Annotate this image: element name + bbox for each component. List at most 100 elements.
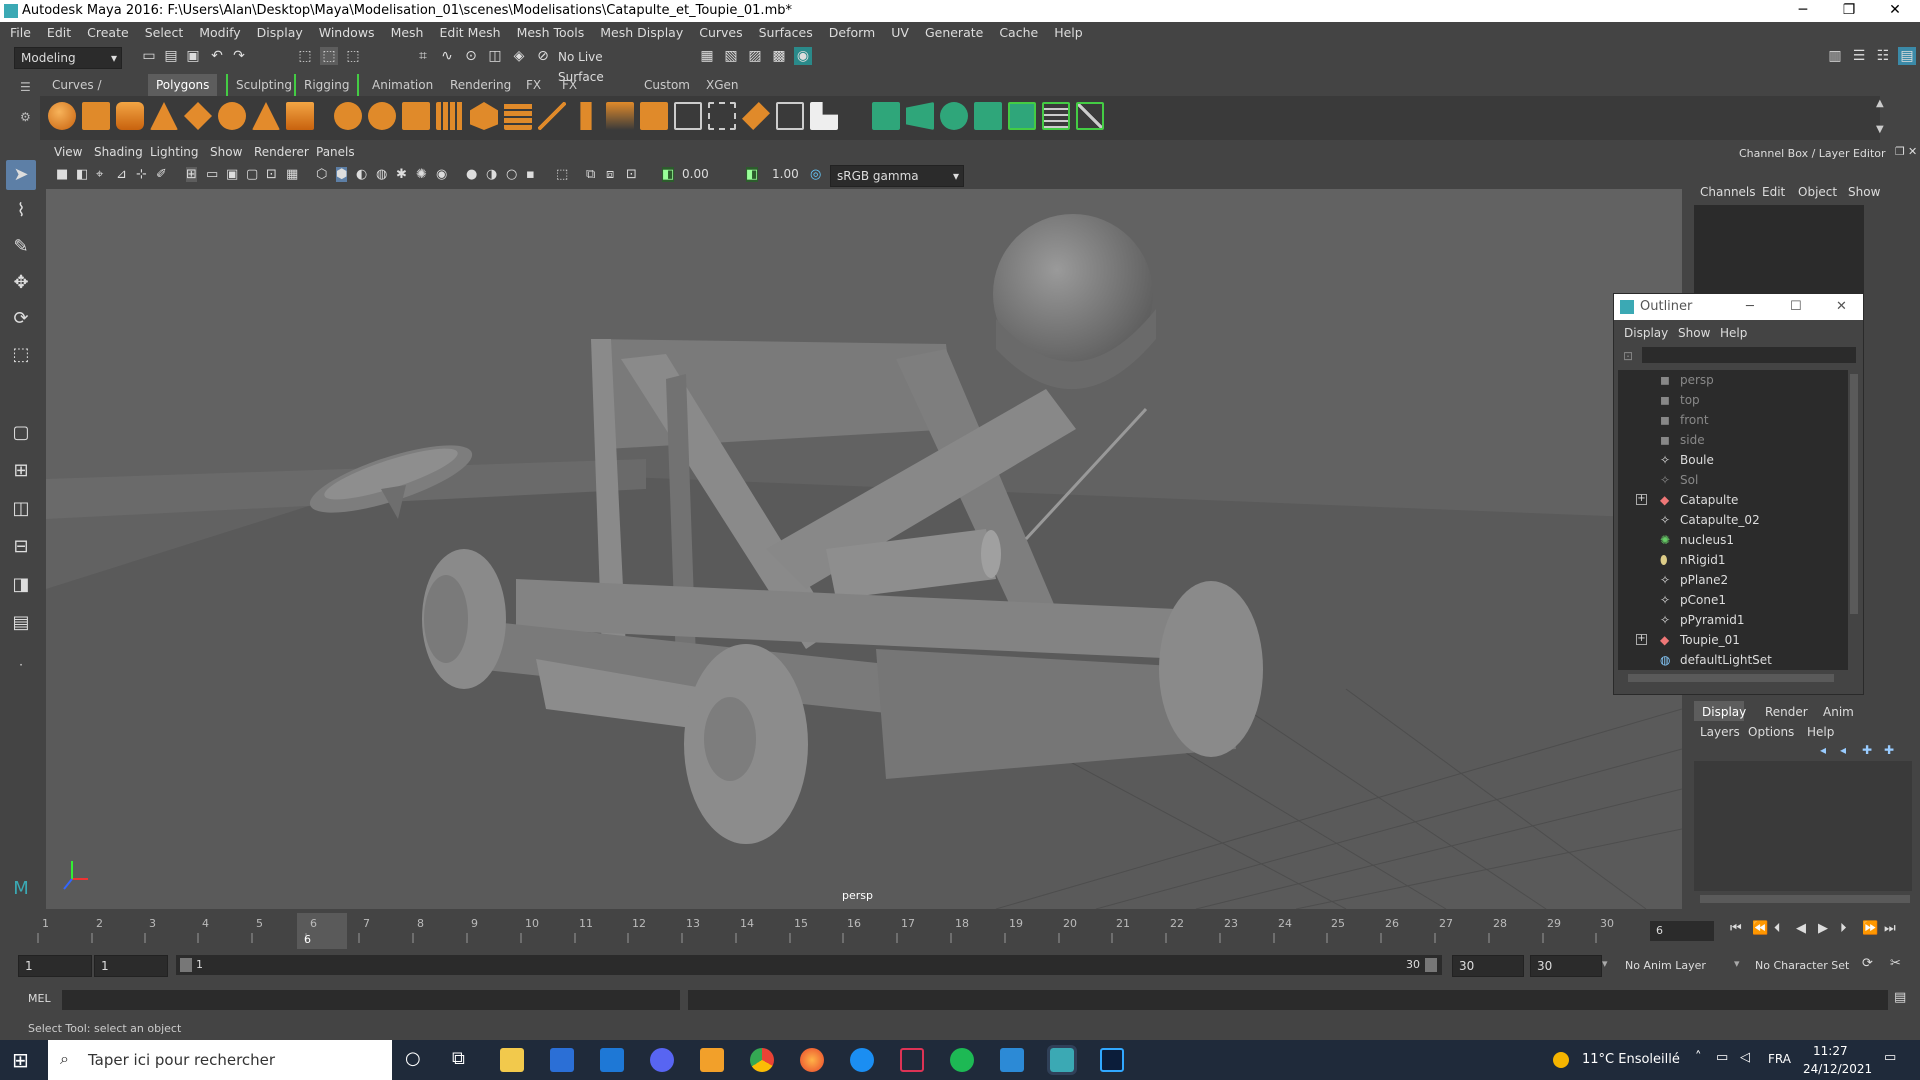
textured-icon[interactable]: ✺ (416, 167, 427, 182)
resolution-gate-icon[interactable]: ▣ (226, 167, 238, 182)
outliner-item-catapulte[interactable]: + ◆ Catapulte (1618, 490, 1848, 510)
auto-key-icon[interactable]: ⟳ (1862, 956, 1873, 971)
channel-box-float-icon[interactable]: ❐ (1895, 145, 1905, 158)
move-tool-icon[interactable]: ✥ (6, 268, 36, 298)
app-blue-icon[interactable] (850, 1048, 874, 1072)
save-scene-icon[interactable]: ▣ (184, 47, 202, 65)
select-object-icon[interactable]: ⬚ (320, 47, 338, 65)
select-component-icon[interactable]: ⬚ (344, 47, 362, 65)
animation-preferences-icon[interactable]: ✂ (1890, 956, 1901, 971)
single-pane-layout-icon[interactable]: ▢ (6, 418, 36, 448)
outliner-item-sol[interactable]: ✧ Sol (1618, 470, 1848, 490)
windows-start-icon[interactable]: ⊞ (12, 1048, 29, 1072)
redo-icon[interactable]: ↷ (230, 47, 248, 65)
language-indicator[interactable]: FRA (1768, 1052, 1791, 1066)
outliner-item-defaultlightset[interactable]: ◍ defaultLightSet (1618, 650, 1848, 670)
shelf-menu-icon[interactable]: ☰ (20, 80, 34, 94)
uv-cylindrical-icon[interactable] (906, 102, 934, 130)
image-plane-icon[interactable]: ⊿ (116, 167, 127, 182)
outliner-item-persp[interactable]: ◼ persp (1618, 370, 1848, 390)
menu-edit[interactable]: Edit (39, 22, 79, 44)
two-pane-stacked-layout-icon[interactable]: ⊟ (6, 532, 36, 562)
uv-automatic-icon[interactable] (974, 102, 1002, 130)
extrude-icon[interactable] (504, 102, 532, 130)
tab-polygons[interactable]: Polygons (148, 74, 218, 96)
tab-animation[interactable]: Animation (364, 74, 441, 96)
uv-spherical-icon[interactable] (940, 102, 968, 130)
outliner-item-ppyramid1[interactable]: ✧ pPyramid1 (1618, 610, 1848, 630)
network-icon[interactable]: ▭ (1716, 1050, 1728, 1065)
playback-start-field[interactable]: 1 (94, 955, 168, 977)
play-forward-icon[interactable]: ▶ (1818, 921, 1828, 936)
poly-plane-icon[interactable] (184, 102, 212, 130)
multi-cut-icon[interactable] (538, 102, 566, 130)
channel-box-menu-object[interactable]: Object (1798, 185, 1837, 199)
merge-icon[interactable] (776, 102, 804, 130)
menu-windows[interactable]: Windows (311, 22, 383, 44)
grid-toggle-icon[interactable]: ⊞ (186, 167, 197, 182)
tab-fx-caching[interactable]: FX Caching (554, 74, 619, 114)
chevron-down-icon[interactable]: ▾ (1734, 957, 1740, 970)
minimize-button[interactable]: ─ (1780, 0, 1826, 22)
taskbar-search-box[interactable]: ⌕ Taper ici pour rechercher (48, 1040, 392, 1080)
go-to-start-icon[interactable]: ⏮ (1730, 921, 1742, 936)
cortana-icon[interactable]: ○ (405, 1048, 421, 1069)
poly-sphere-icon[interactable] (48, 102, 76, 130)
render-view-icon[interactable]: ▦ (698, 47, 716, 65)
animation-end-field[interactable]: 30 (1530, 955, 1602, 977)
scale-tool-icon[interactable]: ⬚ (6, 340, 36, 370)
combine-icon[interactable] (334, 102, 362, 130)
attribute-editor-icon[interactable]: ☰ (1850, 47, 1868, 65)
menu-surfaces[interactable]: Surfaces (751, 22, 821, 44)
layer-list-area[interactable] (1694, 761, 1912, 891)
xray-active-icon[interactable]: ⧈ (606, 167, 614, 182)
select-hierarchy-icon[interactable]: ⬚ (296, 47, 314, 65)
channel-box-menu-channels[interactable]: Channels (1700, 185, 1756, 199)
uv-grid-icon[interactable] (1042, 102, 1070, 130)
outliner-item-front[interactable]: ◼ front (1618, 410, 1848, 430)
backface-icon[interactable]: ⊡ (626, 167, 637, 182)
close-button[interactable]: ✕ (1872, 0, 1918, 22)
menu-deform[interactable]: Deform (821, 22, 883, 44)
menu-create[interactable]: Create (79, 22, 137, 44)
notifications-icon[interactable]: ▭ (1884, 1050, 1896, 1065)
insert-edge-loop-icon[interactable] (580, 102, 592, 130)
tab-rendering[interactable]: Rendering (442, 74, 519, 96)
wireframe-icon[interactable]: ⬡ (316, 167, 327, 182)
color-management-icon[interactable]: ◎ (810, 167, 821, 182)
menu-help[interactable]: Help (1046, 22, 1091, 44)
layer-scrollbar[interactable] (1700, 895, 1910, 903)
poly-pyramid-icon[interactable] (252, 102, 280, 130)
viewport-menu-renderer[interactable]: Renderer (254, 145, 309, 159)
menu-modify[interactable]: Modify (191, 22, 248, 44)
tab-sculpting[interactable]: Sculpting (226, 74, 300, 96)
step-back-icon[interactable]: ⏪ (1752, 921, 1768, 936)
outliner-vertical-scrollbar[interactable] (1850, 374, 1858, 614)
gamma-field[interactable]: 1.00 (772, 167, 799, 181)
tab-custom[interactable]: Custom (636, 74, 698, 96)
perspective-viewport[interactable]: persp (46, 189, 1682, 909)
render-settings-icon[interactable]: ▩ (770, 47, 788, 65)
poly-cone-icon[interactable] (150, 102, 178, 130)
gamma-icon[interactable]: ◧ (746, 167, 759, 182)
smooth-icon[interactable] (436, 102, 464, 130)
spotify-icon[interactable] (950, 1048, 974, 1072)
bookmark-icon[interactable]: ⌖ (96, 167, 103, 182)
vscode-icon[interactable] (1000, 1048, 1024, 1072)
command-language-label[interactable]: MEL (28, 992, 51, 1005)
anti-aliasing-icon[interactable]: ▪ (526, 167, 535, 182)
bevel-icon[interactable] (640, 102, 668, 130)
outliner-minimize-button[interactable]: ─ (1746, 294, 1754, 320)
move-layer-down-icon[interactable]: ◂ (1840, 743, 1846, 757)
append-polygon-icon[interactable] (742, 102, 770, 130)
play-backward-icon[interactable]: ◀ (1796, 921, 1806, 936)
outliner-item-pcone1[interactable]: ✧ pCone1 (1618, 590, 1848, 610)
smooth-shade-icon[interactable]: ⬢ (336, 167, 348, 182)
isolate-select-icon[interactable]: ⬚ (556, 167, 568, 182)
layer-menu-help[interactable]: Help (1807, 725, 1834, 739)
motion-blur-icon[interactable]: ○ (506, 167, 517, 182)
chevron-up-icon[interactable]: ˄ (1695, 1050, 1702, 1065)
tab-curves-surfaces[interactable]: Curves / Surfaces (44, 74, 112, 114)
menu-select[interactable]: Select (137, 22, 192, 44)
ambient-occlusion-icon[interactable]: ◑ (486, 167, 497, 182)
